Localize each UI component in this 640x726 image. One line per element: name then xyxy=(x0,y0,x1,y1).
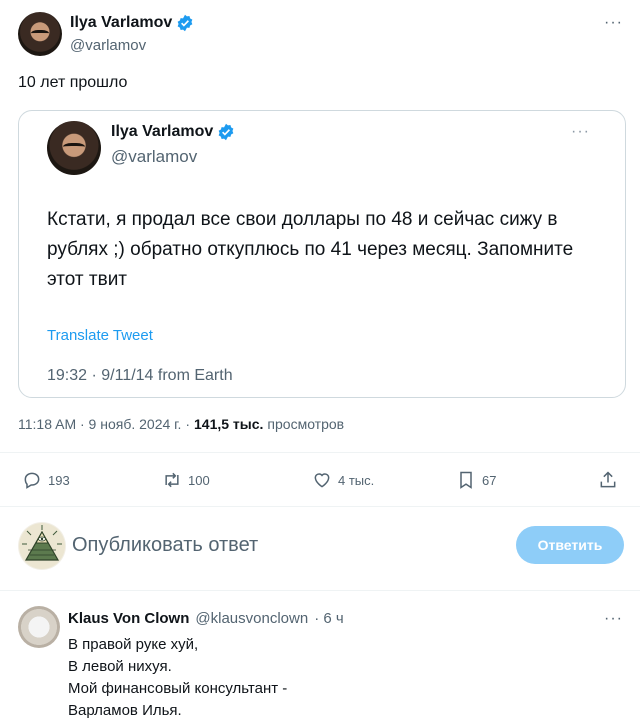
quote-author-name-text: Ilya Varlamov xyxy=(111,123,214,140)
author-handle[interactable]: @varlamov xyxy=(70,37,146,54)
comment-header: Klaus Von Clown @klausvonclown · 6 ч xyxy=(68,610,344,627)
quote-author-name[interactable]: Ilya Varlamov xyxy=(111,123,235,141)
comment-author-avatar[interactable] xyxy=(18,606,60,648)
share-icon xyxy=(600,471,616,488)
divider xyxy=(0,506,640,507)
comment-text: В правой руке хуй, В левой нихуя. Мой фи… xyxy=(68,634,508,722)
divider xyxy=(0,590,640,591)
author-avatar[interactable] xyxy=(18,12,62,56)
divider xyxy=(0,452,640,453)
quote-timestamp: 19:32 · 9/11/14 from Earth xyxy=(47,367,233,384)
reply-button[interactable]: 193 xyxy=(22,470,70,490)
pyramid-eye-icon xyxy=(19,523,65,569)
tweet-meta: 11:18 AM · 9 нояб. 2024 г. · 141,5 тыс. … xyxy=(18,416,344,432)
reply-count: 193 xyxy=(48,472,70,488)
retweet-button[interactable]: 100 xyxy=(162,470,210,490)
reply-submit-button[interactable]: Ответить xyxy=(516,526,624,564)
bookmark-icon xyxy=(460,471,472,489)
comment-author-name[interactable]: Klaus Von Clown xyxy=(68,610,189,627)
author-name[interactable]: Ilya Varlamov xyxy=(70,14,194,32)
current-user-avatar[interactable] xyxy=(18,522,66,570)
retweet-icon xyxy=(165,472,179,488)
comment-time[interactable]: · 6 ч xyxy=(314,610,344,627)
comment-line: Мой финансовый консультант - xyxy=(68,680,288,697)
verified-badge-icon xyxy=(177,14,193,32)
reply-input[interactable]: Опубликовать ответ xyxy=(72,534,258,557)
like-icon xyxy=(314,473,330,488)
reply-icon xyxy=(24,472,40,489)
share-button[interactable] xyxy=(598,470,618,490)
like-count: 4 тыс. xyxy=(338,472,375,488)
bookmark-button[interactable]: 67 xyxy=(456,470,496,490)
quote-author-avatar[interactable] xyxy=(47,121,101,175)
translate-link[interactable]: Translate Tweet xyxy=(47,327,153,344)
comment-line: В левой нихуя. xyxy=(68,658,172,675)
comment-line: В правой руке хуй, xyxy=(68,636,199,653)
comment-line: Варламов Илья. xyxy=(68,702,182,719)
tweet-time[interactable]: 11:18 AM · 9 нояб. 2024 г. · xyxy=(18,416,190,432)
more-icon[interactable]: ··· xyxy=(604,610,623,628)
more-icon[interactable]: ··· xyxy=(571,123,590,141)
quote-author-handle[interactable]: @varlamov xyxy=(111,147,197,167)
views-label: просмотров xyxy=(267,416,345,432)
more-icon[interactable]: ··· xyxy=(604,14,623,32)
quote-text: Кстати, я продал все свои доллары по 48 … xyxy=(47,209,574,290)
author-name-text: Ilya Varlamov xyxy=(70,14,173,31)
comment-author-handle[interactable]: @klausvonclown xyxy=(195,610,308,627)
tweet-text: 10 лет прошло xyxy=(18,74,128,91)
quoted-tweet[interactable]: Ilya Varlamov @varlamov ··· Кстати, я пр… xyxy=(18,110,626,398)
like-button[interactable]: 4 тыс. xyxy=(312,470,374,490)
retweet-count: 100 xyxy=(188,472,210,488)
bookmark-count: 67 xyxy=(482,472,497,488)
views-count: 141,5 тыс. xyxy=(194,416,264,432)
verified-badge-icon xyxy=(218,123,234,141)
